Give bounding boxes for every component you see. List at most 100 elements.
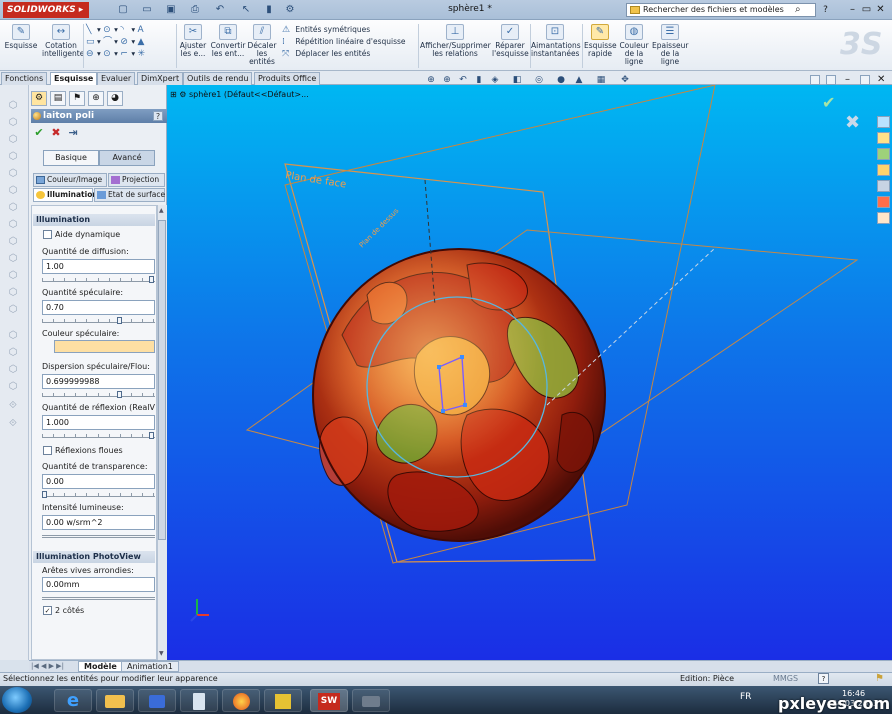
reparer-button[interactable]: ✓ Réparer l'esquisse xyxy=(492,20,529,71)
folder-icon[interactable] xyxy=(877,164,890,176)
tab-evaluer[interactable]: Evaluer xyxy=(97,72,136,85)
tool-icon[interactable]: ⬡ xyxy=(6,219,20,231)
tool-icon[interactable]: ⬡ xyxy=(6,117,20,129)
start-button[interactable] xyxy=(2,687,32,713)
sketch-point[interactable] xyxy=(437,365,441,369)
afficher-relations-button[interactable]: ⊥ Afficher/Supprimer les relations xyxy=(420,20,491,71)
viewport-minimize-icon[interactable]: – xyxy=(845,74,850,85)
pin-icon[interactable]: ⇥ xyxy=(67,127,79,139)
specular-color-swatch[interactable] xyxy=(54,340,155,353)
status-help-icon[interactable]: ? xyxy=(818,673,829,684)
slider-thumb[interactable] xyxy=(42,491,47,498)
hide-show-icon[interactable]: ◎ xyxy=(534,75,544,85)
tool-icon[interactable]: ⬡ xyxy=(6,304,20,316)
diffusion-field[interactable]: 1.00 xyxy=(42,259,155,274)
mirror-button[interactable]: ⚠ Entités symétriques xyxy=(282,24,412,36)
scroll-up-icon[interactable]: ▲ xyxy=(159,207,165,214)
custom-properties-icon[interactable] xyxy=(877,212,890,224)
advanced-mode-button[interactable]: Avancé xyxy=(99,150,155,166)
linear-pattern-button[interactable]: ⁞ Répétition linéaire d'esquisse xyxy=(282,36,412,48)
cancel-corner-icon[interactable]: ✖ xyxy=(845,112,860,133)
solidworks-logo[interactable]: SOLIDWORKS ▸ xyxy=(3,2,89,18)
display-manager-tab[interactable]: ◕ xyxy=(107,91,123,106)
app-taskbar-icon[interactable] xyxy=(264,689,302,712)
aimantations-button[interactable]: ⊡ Aimantations instantanées xyxy=(531,20,581,71)
sharp-edges-slider[interactable] xyxy=(42,592,155,600)
slot-tools[interactable]: ⊖ ▾ ⊙ ▾ ⌐ ▾ ✳ xyxy=(86,48,174,60)
luminous-field[interactable]: 0.00 w/srm^2 xyxy=(42,515,155,530)
zoom-fit-icon[interactable]: ⊕ xyxy=(426,75,436,85)
tab-outils-rendu[interactable]: Outils de rendu xyxy=(183,72,253,85)
rebuild-icon[interactable]: ▮ xyxy=(262,4,276,16)
transparency-field[interactable]: 0.00 xyxy=(42,474,155,489)
solidworks-taskbar-icon[interactable]: SW xyxy=(310,689,348,712)
print-icon[interactable]: ⎙ xyxy=(188,4,202,16)
two-sides-checkbox[interactable]: ✓ xyxy=(43,606,52,615)
ajuster-button[interactable]: ✂ Ajuster les e... xyxy=(178,20,208,71)
select-icon[interactable]: ↖ xyxy=(239,4,253,16)
tool-icon[interactable]: ⬡ xyxy=(6,253,20,265)
ie-taskbar-icon[interactable]: e xyxy=(54,689,92,712)
sharp-edges-field[interactable]: 0.00mm xyxy=(42,577,155,592)
file-explorer-icon[interactable] xyxy=(877,148,890,160)
appearance-icon[interactable]: ● xyxy=(556,75,566,85)
section-view-icon[interactable]: ▮ xyxy=(474,75,484,85)
slider-thumb[interactable] xyxy=(149,432,154,439)
firefox-taskbar-icon[interactable] xyxy=(222,689,260,712)
graphics-area[interactable]: Plan de face Plan de dessus xyxy=(167,85,892,660)
viewport-split-icon[interactable] xyxy=(826,75,836,85)
tool-icon[interactable]: ⟐ xyxy=(6,418,20,430)
diffusion-slider[interactable] xyxy=(42,274,155,283)
explorer-taskbar-icon[interactable] xyxy=(96,689,134,712)
tool-icon[interactable]: ⟐ xyxy=(6,400,20,412)
cotation-button[interactable]: ↔ Cotation intelligente xyxy=(42,20,84,71)
tool-icon[interactable]: ⬡ xyxy=(6,168,20,180)
line-tools[interactable]: ╲ ▾ ⊙ ▾ ◝ ▾ A xyxy=(86,24,174,36)
tab-projection[interactable]: Projection xyxy=(108,173,165,187)
tool-icon[interactable]: ⬡ xyxy=(6,381,20,393)
tab-illumination[interactable]: Illumination xyxy=(33,188,98,202)
cancel-icon[interactable]: ✖ xyxy=(50,127,62,139)
help-icon[interactable]: ? xyxy=(820,4,831,17)
move-icon[interactable]: ✥ xyxy=(620,75,630,85)
tab-surface-finish[interactable]: Etat de surface xyxy=(94,188,165,202)
tool-icon[interactable]: ⬡ xyxy=(6,185,20,197)
options-icon[interactable]: ⚙ xyxy=(283,4,297,16)
tool-icon[interactable]: ⬡ xyxy=(6,134,20,146)
reflection-field[interactable]: 1.000 xyxy=(42,415,155,430)
decaler-button[interactable]: ⫽ Décaler les entités xyxy=(247,20,277,71)
rebuild-status-icon[interactable]: ⚑ xyxy=(875,673,884,684)
dispersion-slider[interactable] xyxy=(42,389,155,398)
restore-button[interactable]: ▭ xyxy=(861,3,872,16)
zoom-area-icon[interactable]: ⊕ xyxy=(442,75,452,85)
dynamic-help-checkbox[interactable] xyxy=(43,230,52,239)
new-file-icon[interactable]: ▢ xyxy=(116,4,130,16)
esquisse-rapide-button[interactable]: ✎ Esquisse rapide xyxy=(584,20,617,71)
tab-animation[interactable]: Animation1 xyxy=(121,661,179,672)
tool-icon[interactable]: ⬡ xyxy=(6,287,20,299)
shape-tools[interactable]: ▭ ▾ ⌒ ▾ ⊘ ▾ ▲ xyxy=(86,36,174,48)
tab-fonctions[interactable]: Fonctions xyxy=(1,72,48,85)
search-icon[interactable]: ⌕ xyxy=(795,4,807,16)
esquisse-button[interactable]: ✎ Esquisse xyxy=(4,20,38,71)
resources-icon[interactable] xyxy=(877,116,890,128)
help-button[interactable]: ? xyxy=(153,111,163,121)
tool-icon[interactable]: ⬡ xyxy=(6,270,20,282)
scroll-down-icon[interactable]: ▼ xyxy=(159,650,165,657)
tab-produits-office[interactable]: Produits Office xyxy=(254,72,321,85)
tab-esquisse[interactable]: Esquisse xyxy=(50,72,98,85)
tool-icon[interactable]: ⬡ xyxy=(6,236,20,248)
display-style-icon[interactable]: ◧ xyxy=(512,75,522,85)
feature-tree-root[interactable]: ⊞ ⚙ sphère1 (Défaut<<Défaut>... xyxy=(170,90,309,99)
ok-icon[interactable]: ✔ xyxy=(33,127,45,139)
epaisseur-ligne-button[interactable]: ☰ Epaisseur de la ligne xyxy=(652,20,688,71)
tab-navigation-arrows[interactable]: |◀ ◀ ▶ ▶| xyxy=(31,662,75,670)
tab-dimxpert[interactable]: DimXpert xyxy=(137,72,184,85)
appearances-icon[interactable] xyxy=(877,196,890,208)
feature-manager-tab[interactable]: ⚙ xyxy=(31,91,47,106)
illumination-section-header[interactable]: Illumination xyxy=(33,214,155,226)
viewport-split-icon[interactable] xyxy=(810,75,820,85)
units-indicator[interactable]: MMGS xyxy=(773,674,798,683)
sketch-point[interactable] xyxy=(460,355,464,359)
minimize-button[interactable]: – xyxy=(847,3,858,16)
